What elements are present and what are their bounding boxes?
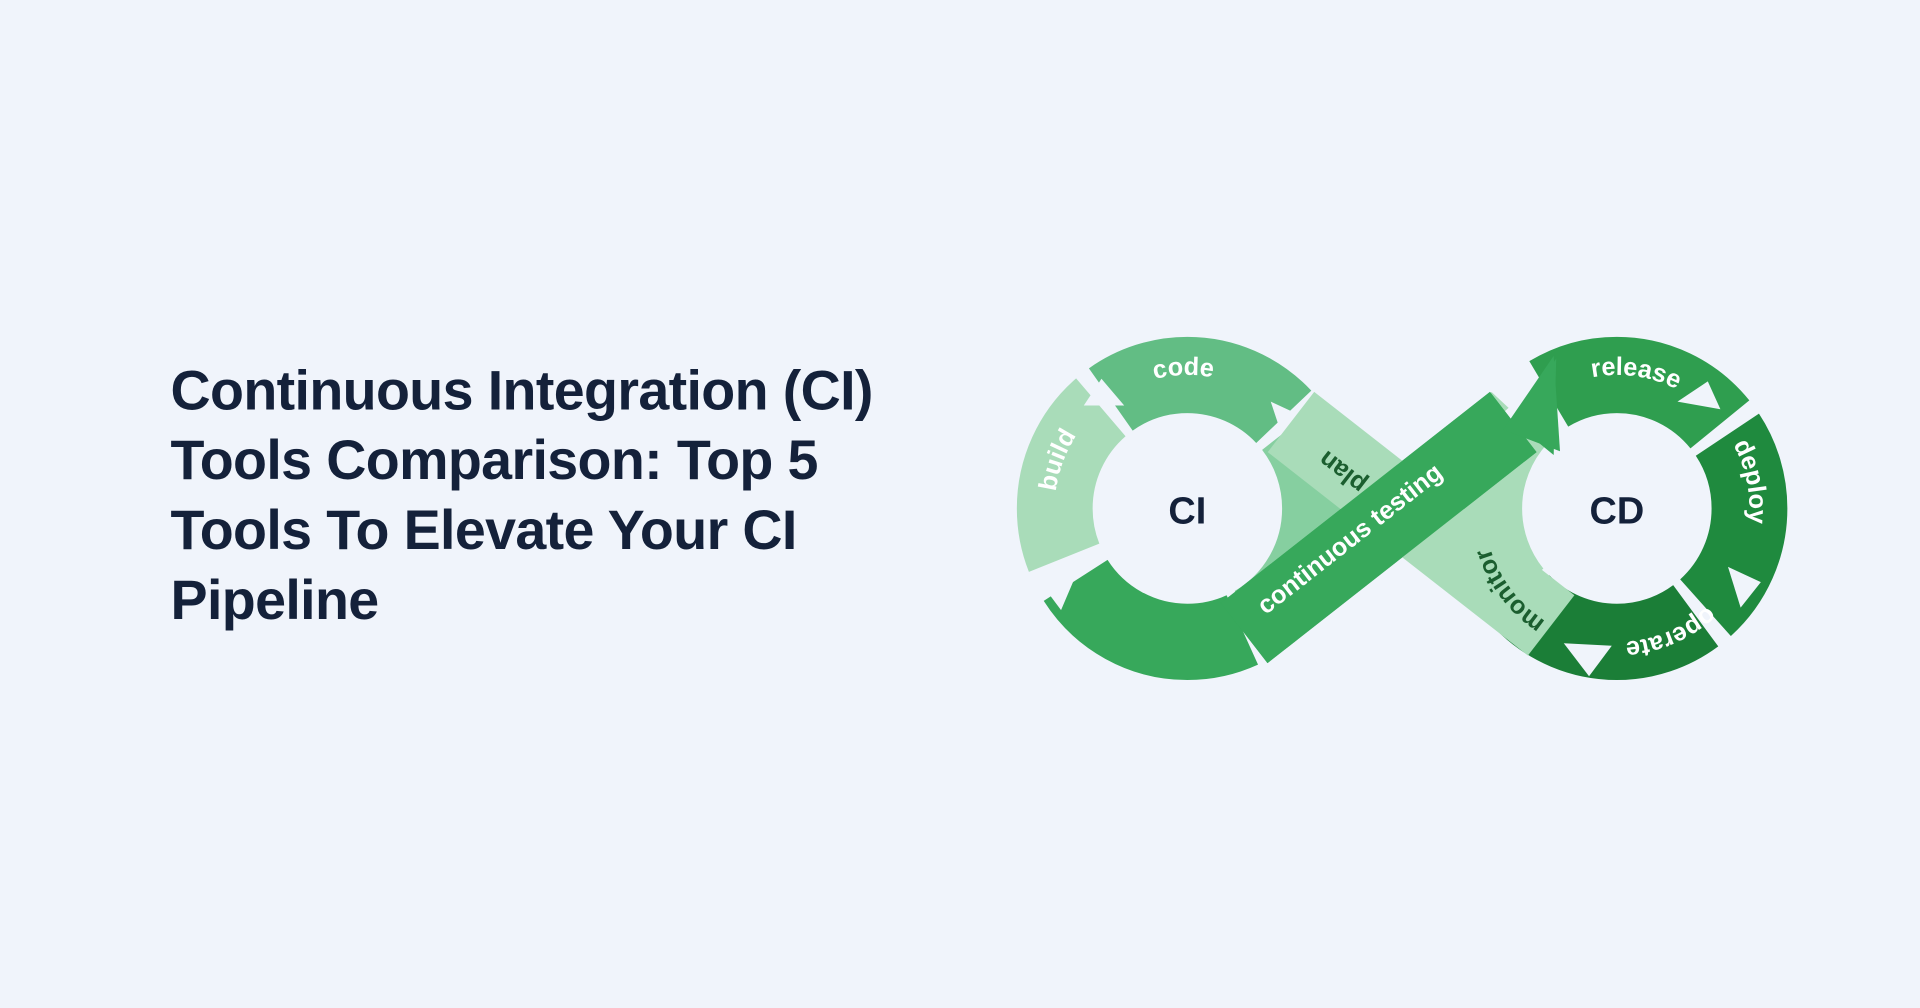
cd-center-label: CD [1589,491,1644,533]
ci-center-label: CI [1168,491,1206,533]
ci-cd-infinity-diagram: CI CD code build release deploy operate … [960,280,1844,738]
page-headline: Continuous Integration (CI) Tools Compar… [171,356,929,636]
